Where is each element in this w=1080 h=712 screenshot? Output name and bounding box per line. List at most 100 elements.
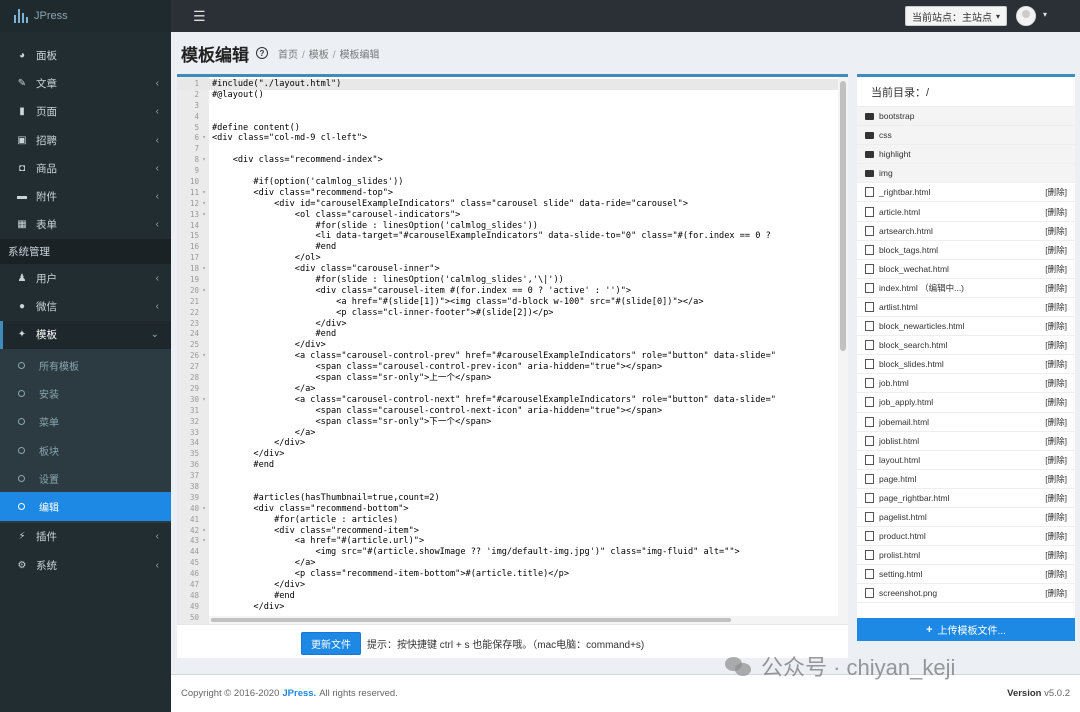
file-row[interactable]: joblist.html [删除] <box>857 432 1075 451</box>
submenu-item-6[interactable]: 编辑 <box>0 492 171 521</box>
user-avatar[interactable] <box>1016 6 1036 26</box>
file-name[interactable]: job_apply.html <box>879 397 1045 407</box>
file-row[interactable]: page.html [删除] <box>857 470 1075 489</box>
file-row[interactable]: block_wechat.html [删除] <box>857 260 1075 279</box>
file-name[interactable]: job.html <box>879 378 1045 388</box>
code-line[interactable]: 10 #if(option('calmlog_slides')) <box>177 177 848 188</box>
site-selector[interactable]: 当前站点：主站点 ▾ <box>905 6 1008 26</box>
file-row[interactable]: block_newarticles.html [删除] <box>857 317 1075 337</box>
code-line[interactable]: 12 ▾ <div id="carouselExampleIndicators" … <box>177 199 848 210</box>
code-line[interactable]: 42 ▾ <div class="recommend-item"> <box>177 526 848 537</box>
file-name[interactable]: jobemail.html <box>879 417 1045 427</box>
code-line[interactable]: 46 <p class="recommend-item-bottom">#(ar… <box>177 569 848 580</box>
code-line[interactable]: 6 ▾ <div class="col-md-9 cl-left"> <box>177 133 848 144</box>
delete-file-link[interactable]: [删除] <box>1045 301 1067 313</box>
code-text[interactable]: #include("./layout.html") <box>209 79 341 90</box>
delete-file-link[interactable]: [删除] <box>1045 358 1067 370</box>
code-line[interactable]: 24 #end <box>177 329 848 340</box>
code-line[interactable]: 34 </div> <box>177 438 848 449</box>
sidebar-item-folder[interactable]: ▬ 附件 ‹ <box>0 182 171 210</box>
code-line[interactable]: 48 #end <box>177 591 848 602</box>
file-name[interactable]: block_newarticles.html <box>879 321 1045 331</box>
sidebar-item-file[interactable]: ▮ 页面 ‹ <box>0 98 171 126</box>
folder-row[interactable]: css <box>857 126 1075 146</box>
submenu-item-5[interactable]: 设置 <box>0 464 171 492</box>
file-name[interactable]: product.html <box>879 531 1045 541</box>
file-name[interactable]: article.html <box>879 207 1045 217</box>
code-line[interactable]: 27 <span class="carousel-control-prev-ic… <box>177 362 848 373</box>
code-line[interactable]: 30 ▾ <a class="carousel-control-next" hre… <box>177 395 848 406</box>
logo[interactable]: JPress <box>0 0 171 32</box>
folder-name[interactable]: css <box>879 130 1067 140</box>
horizontal-scroll-thumb[interactable] <box>211 618 731 622</box>
fold-arrow-icon[interactable]: ▾ <box>199 526 209 537</box>
delete-file-link[interactable]: [删除] <box>1045 396 1067 408</box>
vertical-scroll-thumb[interactable] <box>840 81 846 351</box>
code-line[interactable]: 22 <p class="cl-inner-footer">#(slide[2]… <box>177 308 848 319</box>
file-row[interactable]: product.html [删除] <box>857 527 1075 547</box>
sidebar-item-templates[interactable]: ✦ 模板 ⌄ <box>0 320 171 349</box>
code-lines[interactable]: 1 #include("./layout.html") 2 #@layout() 3 4 5… <box>177 79 848 624</box>
code-text[interactable]: <div class="carousel-item #(for.index ==… <box>209 286 631 297</box>
file-name[interactable]: block_wechat.html <box>879 264 1045 274</box>
code-text[interactable] <box>209 482 212 493</box>
delete-file-link[interactable]: [删除] <box>1045 225 1067 237</box>
code-line[interactable]: 37 <box>177 471 848 482</box>
code-line[interactable]: 15 <li data-target="#carouselExampleIndi… <box>177 231 848 242</box>
code-text[interactable]: <img src="#(article.showImage ?? 'img/de… <box>209 547 739 558</box>
sidebar-item-edit[interactable]: ✎ 文章 ‹ <box>0 69 171 97</box>
delete-file-link[interactable]: [删除] <box>1045 568 1067 580</box>
code-line[interactable]: 13 ▾ <ol class="carousel-indicators"> <box>177 210 848 221</box>
code-text[interactable]: <span class="carousel-control-next-icon"… <box>209 406 662 417</box>
code-line[interactable]: 49 </div> <box>177 602 848 613</box>
horizontal-scrollbar[interactable] <box>209 616 838 624</box>
code-line[interactable]: 43 ▾ <a href="#(article.url)"> <box>177 536 848 547</box>
code-text[interactable]: #if(option('calmlog_slides')) <box>209 177 403 188</box>
delete-file-link[interactable]: [删除] <box>1045 530 1067 542</box>
submenu-item-4[interactable]: 板块 <box>0 436 171 464</box>
code-text[interactable]: <a class="carousel-control-prev" href="#… <box>209 351 776 362</box>
code-line[interactable]: 20 ▾ <div class="carousel-item #(for.inde… <box>177 286 848 297</box>
file-row[interactable]: job_apply.html [删除] <box>857 393 1075 413</box>
file-name[interactable]: index.html （编辑中...) <box>879 282 1045 294</box>
code-text[interactable] <box>209 471 212 482</box>
file-row[interactable]: block_slides.html [删除] <box>857 355 1075 375</box>
folder-row[interactable]: img <box>857 164 1075 184</box>
sidebar-item-wechat[interactable]: ● 微信 ‹ <box>0 292 171 320</box>
code-line[interactable]: 9 <box>177 166 848 177</box>
file-row[interactable]: _rightbar.html [删除] <box>857 183 1075 203</box>
code-text[interactable]: <p class="cl-inner-footer">#(slide[2])</… <box>209 308 553 319</box>
file-row[interactable]: job.html [删除] <box>857 374 1075 394</box>
code-line[interactable]: 5 #define content() <box>177 123 848 134</box>
code-line[interactable]: 17 </ol> <box>177 253 848 264</box>
code-line[interactable]: 44 <img src="#(article.showImage ?? 'img… <box>177 547 848 558</box>
footer-brand-link[interactable]: JPress. <box>282 688 316 699</box>
file-row[interactable]: screenshot.png [删除] <box>857 584 1075 604</box>
file-name[interactable]: page_rightbar.html <box>879 493 1045 503</box>
code-line[interactable]: 4 <box>177 112 848 123</box>
submenu-item-3[interactable]: 菜单 <box>0 408 171 436</box>
code-text[interactable]: </div> <box>209 438 305 449</box>
folder-row[interactable]: bootstrap <box>857 107 1075 127</box>
file-name[interactable]: _rightbar.html <box>879 187 1045 197</box>
code-text[interactable]: </div> <box>209 340 326 351</box>
file-row[interactable]: artlist.html [删除] <box>857 298 1075 318</box>
fold-arrow-icon[interactable]: ▾ <box>199 395 209 406</box>
code-line[interactable]: 19 #for(slide : linesOption('calmlog_sli… <box>177 275 848 286</box>
folder-name[interactable]: img <box>879 168 1067 178</box>
breadcrumb-templates[interactable]: 模板 <box>309 50 329 61</box>
delete-file-link[interactable]: [删除] <box>1045 492 1067 504</box>
code-line[interactable]: 1 #include("./layout.html") <box>177 79 848 90</box>
code-line[interactable]: 3 <box>177 101 848 112</box>
vertical-scrollbar[interactable] <box>838 77 848 624</box>
file-row[interactable]: block_search.html [删除] <box>857 336 1075 356</box>
upload-template-button[interactable]: + 上传模板文件... <box>857 618 1075 641</box>
code-text[interactable]: #for(slide : linesOption('calmlog_slides… <box>209 221 538 232</box>
code-line[interactable]: 39 #articles(hasThumbnail=true,count=2) <box>177 493 848 504</box>
delete-file-link[interactable]: [删除] <box>1045 435 1067 447</box>
code-line[interactable]: 28 <span class="sr-only">上一个</span> <box>177 373 848 384</box>
delete-file-link[interactable]: [删除] <box>1045 282 1067 294</box>
code-line[interactable]: 29 </a> <box>177 384 848 395</box>
delete-file-link[interactable]: [删除] <box>1045 339 1067 351</box>
code-text[interactable]: </div> <box>209 602 284 613</box>
